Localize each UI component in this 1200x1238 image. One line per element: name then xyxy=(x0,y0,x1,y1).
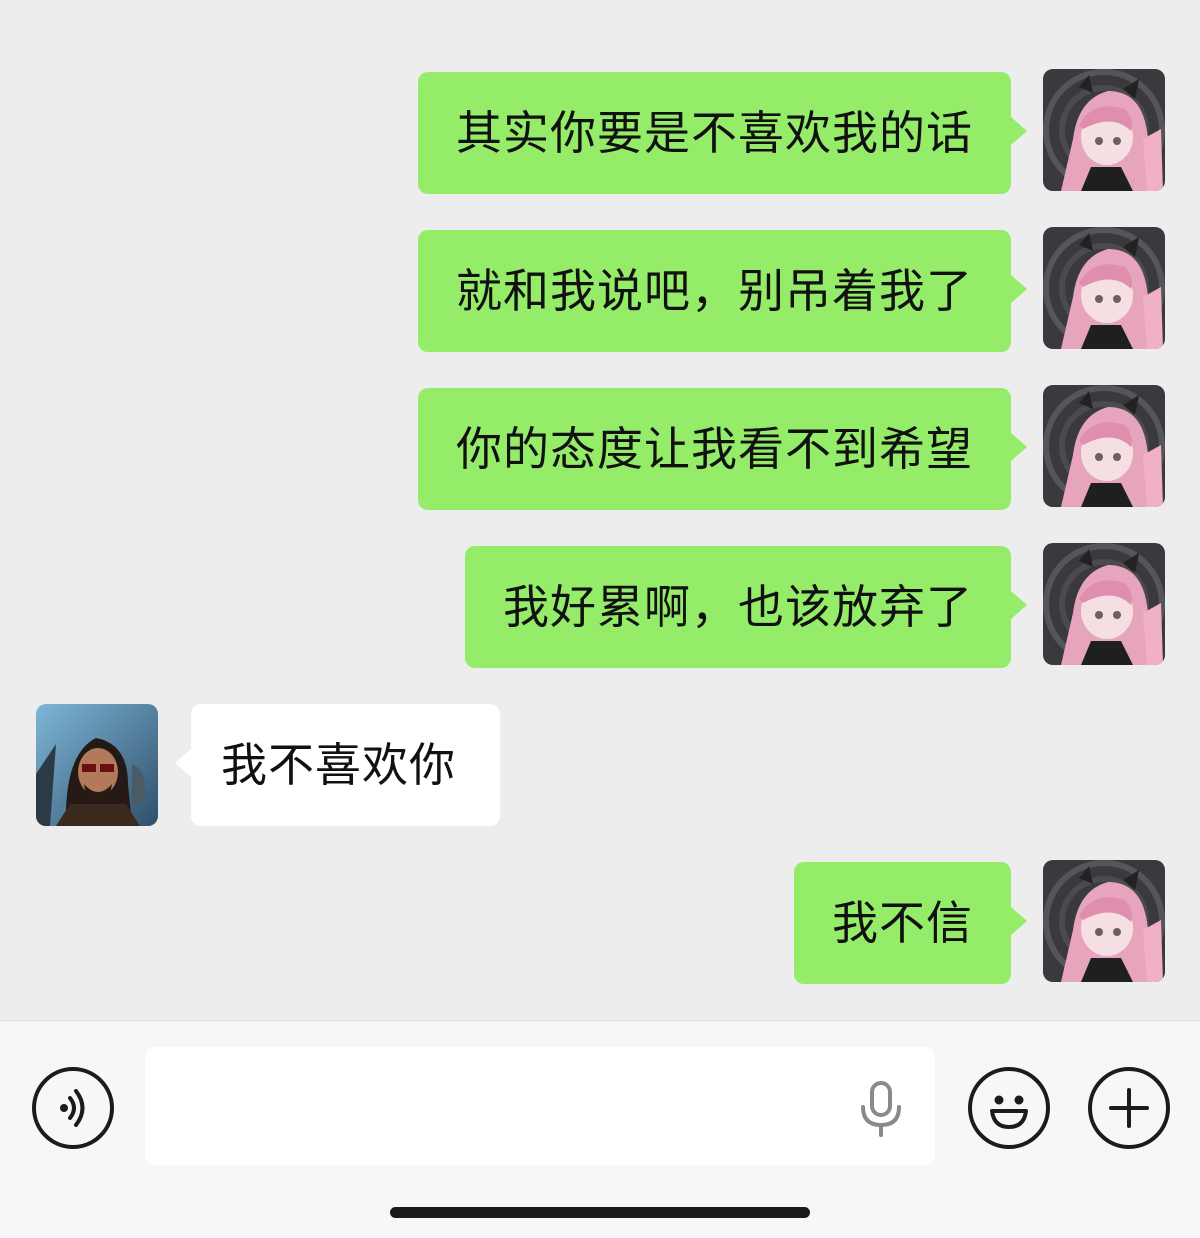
message-bubble-sent[interactable]: 我不信 xyxy=(794,862,1027,984)
man-with-sunglasses-avatar-image xyxy=(36,704,158,826)
microphone-icon[interactable] xyxy=(859,1081,903,1137)
message-text: 我不喜欢你 xyxy=(221,738,456,792)
plus-icon xyxy=(1109,1088,1149,1128)
emoji-icon xyxy=(990,1095,1028,1129)
message-text: 其实你要是不喜欢我的话 xyxy=(456,106,973,160)
chat-area: 其实你要是不喜欢我的话 就和我说吧，别吊着我了 你的态度让我看不到希望 我好累啊… xyxy=(0,0,1200,1020)
anime-girl-avatar-image xyxy=(1043,385,1165,507)
anime-girl-avatar-image xyxy=(1043,227,1165,349)
contact-avatar[interactable] xyxy=(36,704,158,826)
my-avatar[interactable] xyxy=(1043,69,1165,191)
my-avatar[interactable] xyxy=(1043,860,1165,982)
message-bubble-sent[interactable]: 你的态度让我看不到希望 xyxy=(418,388,1027,510)
message-bubble-sent[interactable]: 其实你要是不喜欢我的话 xyxy=(418,72,1027,194)
my-avatar[interactable] xyxy=(1043,543,1165,665)
message-text: 我好累啊，也该放弃了 xyxy=(503,580,973,634)
home-indicator[interactable] xyxy=(390,1207,810,1218)
my-avatar[interactable] xyxy=(1043,385,1165,507)
anime-girl-avatar-image xyxy=(1043,543,1165,665)
my-avatar[interactable] xyxy=(1043,227,1165,349)
emoji-button[interactable] xyxy=(968,1067,1050,1149)
voice-mode-icon xyxy=(60,1089,85,1127)
voice-mode-button[interactable] xyxy=(32,1067,114,1149)
message-text: 我不信 xyxy=(832,896,973,950)
input-toolbar xyxy=(0,1020,1200,1238)
message-input[interactable] xyxy=(145,1047,935,1165)
anime-girl-avatar-image xyxy=(1043,69,1165,191)
message-text: 就和我说吧，别吊着我了 xyxy=(456,264,973,318)
more-options-button[interactable] xyxy=(1088,1067,1170,1149)
message-bubble-sent[interactable]: 我好累啊，也该放弃了 xyxy=(465,546,1027,668)
message-bubble-received[interactable]: 我不喜欢你 xyxy=(175,704,500,826)
message-text: 你的态度让我看不到希望 xyxy=(456,422,973,476)
anime-girl-avatar-image xyxy=(1043,860,1165,982)
message-bubble-sent[interactable]: 就和我说吧，别吊着我了 xyxy=(418,230,1027,352)
